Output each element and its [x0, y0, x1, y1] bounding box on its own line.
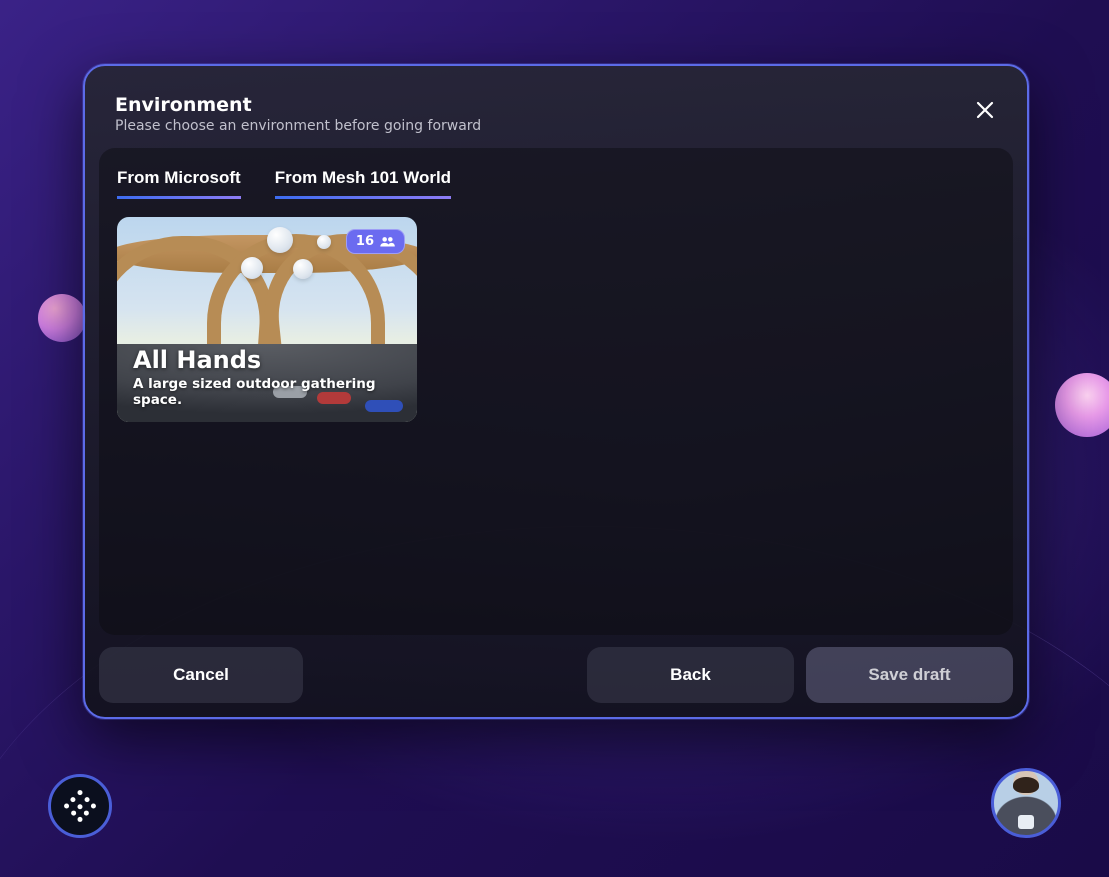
app-menu-button[interactable] — [48, 774, 112, 838]
tab-bar: From Microsoft From Mesh 101 World — [117, 162, 995, 199]
capacity-count: 16 — [356, 234, 374, 249]
cancel-button[interactable]: Cancel — [99, 647, 303, 703]
environment-modal: Environment Please choose an environment… — [83, 64, 1029, 719]
modal-title: Environment — [115, 94, 997, 116]
decorative-sphere — [38, 294, 86, 342]
close-button[interactable] — [967, 92, 1003, 128]
environment-description: A large sized outdoor gathering space. — [133, 376, 401, 408]
environment-grid: 16 All Hands A large sized outdoor gathe… — [117, 217, 995, 422]
modal-header: Environment Please choose an environment… — [85, 66, 1027, 146]
avatar-shirt — [1018, 815, 1034, 829]
capacity-badge: 16 — [346, 229, 405, 254]
modal-subtitle: Please choose an environment before goin… — [115, 118, 997, 134]
environment-label: All Hands A large sized outdoor gatherin… — [133, 346, 401, 408]
tab-from-mesh-world[interactable]: From Mesh 101 World — [275, 162, 451, 199]
close-icon — [975, 100, 995, 120]
user-avatar-button[interactable] — [991, 768, 1061, 838]
decorative-sphere — [1055, 373, 1109, 437]
modal-footer: Cancel Back Save draft — [85, 635, 1027, 717]
people-icon — [379, 235, 396, 248]
avatar-hair — [1013, 777, 1039, 793]
back-button[interactable]: Back — [587, 647, 794, 703]
save-draft-button[interactable]: Save draft — [806, 647, 1013, 703]
environment-card-all-hands[interactable]: 16 All Hands A large sized outdoor gathe… — [117, 217, 417, 422]
tab-from-microsoft[interactable]: From Microsoft — [117, 162, 241, 199]
environment-name: All Hands — [133, 346, 401, 374]
grid-icon — [63, 789, 97, 823]
content-panel: From Microsoft From Mesh 101 World — [99, 148, 1013, 635]
